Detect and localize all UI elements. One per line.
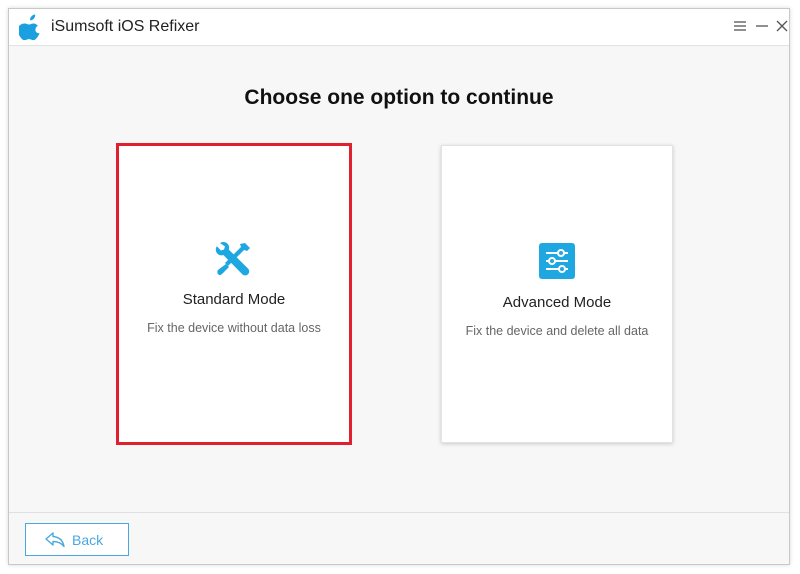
sliders-icon [539,243,575,279]
menu-icon [734,21,746,31]
advanced-mode-card[interactable]: Advanced Mode Fix the device and delete … [441,145,673,443]
app-title: iSumsoft iOS Refixer [51,18,200,35]
page-heading: Choose one option to continue [244,86,554,109]
standard-mode-title: Standard Mode [182,291,286,308]
standard-mode-card[interactable]: Standard Mode Fix the device without dat… [116,143,352,445]
advanced-mode-title: Advanced Mode [502,294,612,311]
menu-button[interactable] [731,17,749,35]
back-button[interactable]: Back [25,523,129,556]
title-bar: iSumsoft iOS Refixer [9,9,789,46]
apple-logo-icon [19,14,40,40]
main-content: Choose one option to continue Standard M… [9,46,789,512]
wrench-screwdriver-icon [215,241,250,276]
close-icon [776,20,788,32]
advanced-mode-description: Fix the device and delete all data [465,324,649,338]
app-window: iSumsoft iOS Refixer Choose one option t… [8,8,790,565]
footer-bar: Back [9,512,789,564]
minimize-icon [756,25,768,27]
back-arrow-icon [45,532,65,548]
close-button[interactable] [773,17,791,35]
minimize-button[interactable] [753,17,771,35]
back-button-label: Back [72,532,104,548]
standard-mode-description: Fix the device without data loss [147,321,321,335]
